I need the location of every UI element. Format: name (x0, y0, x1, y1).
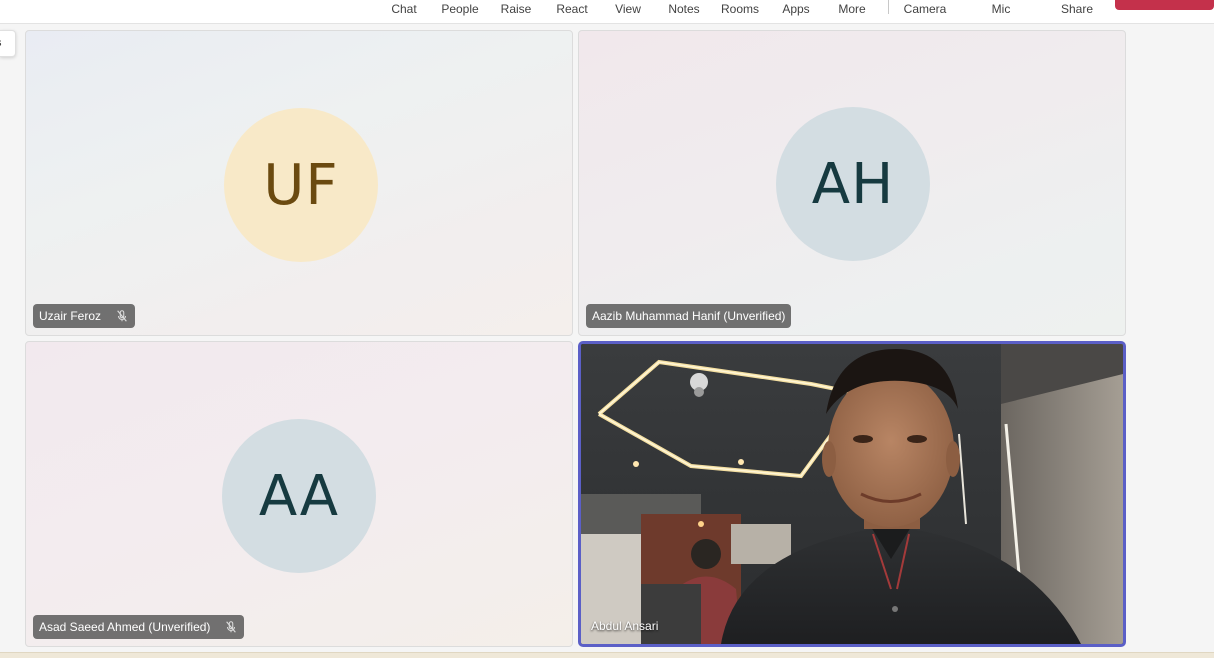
participant-name: Asad Saeed Ahmed (Unverified) (39, 620, 211, 634)
chat-button[interactable]: Chat (388, 2, 420, 20)
participant-name-tag: Asad Saeed Ahmed (Unverified) (33, 615, 245, 639)
avatar: AA (222, 419, 376, 573)
participant-name-tag: Aazib Muhammad Hanif (Unverified) (586, 304, 792, 328)
meeting-toolbar: Chat People Raise React View Notes Rooms… (0, 0, 1214, 24)
leave-button[interactable] (1115, 0, 1214, 10)
participant-name-tag: Uzair Feroz (33, 304, 136, 328)
rooms-button[interactable]: Rooms (720, 2, 760, 20)
camera-button[interactable]: Camera (902, 2, 948, 20)
avatar: UF (224, 108, 378, 262)
participant-tile-abdul[interactable]: Abdul Ansari (578, 341, 1126, 647)
view-button[interactable]: View (612, 2, 644, 20)
participant-video-feed (581, 344, 1123, 644)
people-button[interactable]: People (440, 2, 480, 20)
participant-name: Abdul Ansari (591, 619, 659, 633)
participant-tile-uzair[interactable]: UF Uzair Feroz (25, 30, 573, 336)
participant-tile-asad[interactable]: AA Asad Saeed Ahmed (Unverified) (25, 341, 573, 647)
bottom-bar (0, 652, 1214, 658)
participant-name: Aazib Muhammad Hanif (Unverified) (592, 309, 786, 323)
toolbar-divider (888, 0, 889, 14)
notes-button[interactable]: Notes (665, 2, 703, 20)
avatar: AH (776, 107, 930, 261)
apps-button[interactable]: Apps (780, 2, 812, 20)
mic-off-icon (117, 310, 127, 322)
side-panel-tab[interactable]: s (0, 30, 16, 57)
participant-name-tag: Abdul Ansari (588, 614, 661, 638)
participant-tile-aazib[interactable]: AH Aazib Muhammad Hanif (Unverified) (578, 30, 1126, 336)
participant-name: Uzair Feroz (39, 309, 102, 323)
more-button[interactable]: More (835, 2, 869, 20)
mic-off-icon (226, 621, 237, 633)
react-button[interactable]: React (554, 2, 590, 20)
share-button[interactable]: Share (1058, 2, 1096, 20)
mic-button[interactable]: Mic (986, 2, 1016, 20)
raise-hand-button[interactable]: Raise (499, 2, 533, 20)
